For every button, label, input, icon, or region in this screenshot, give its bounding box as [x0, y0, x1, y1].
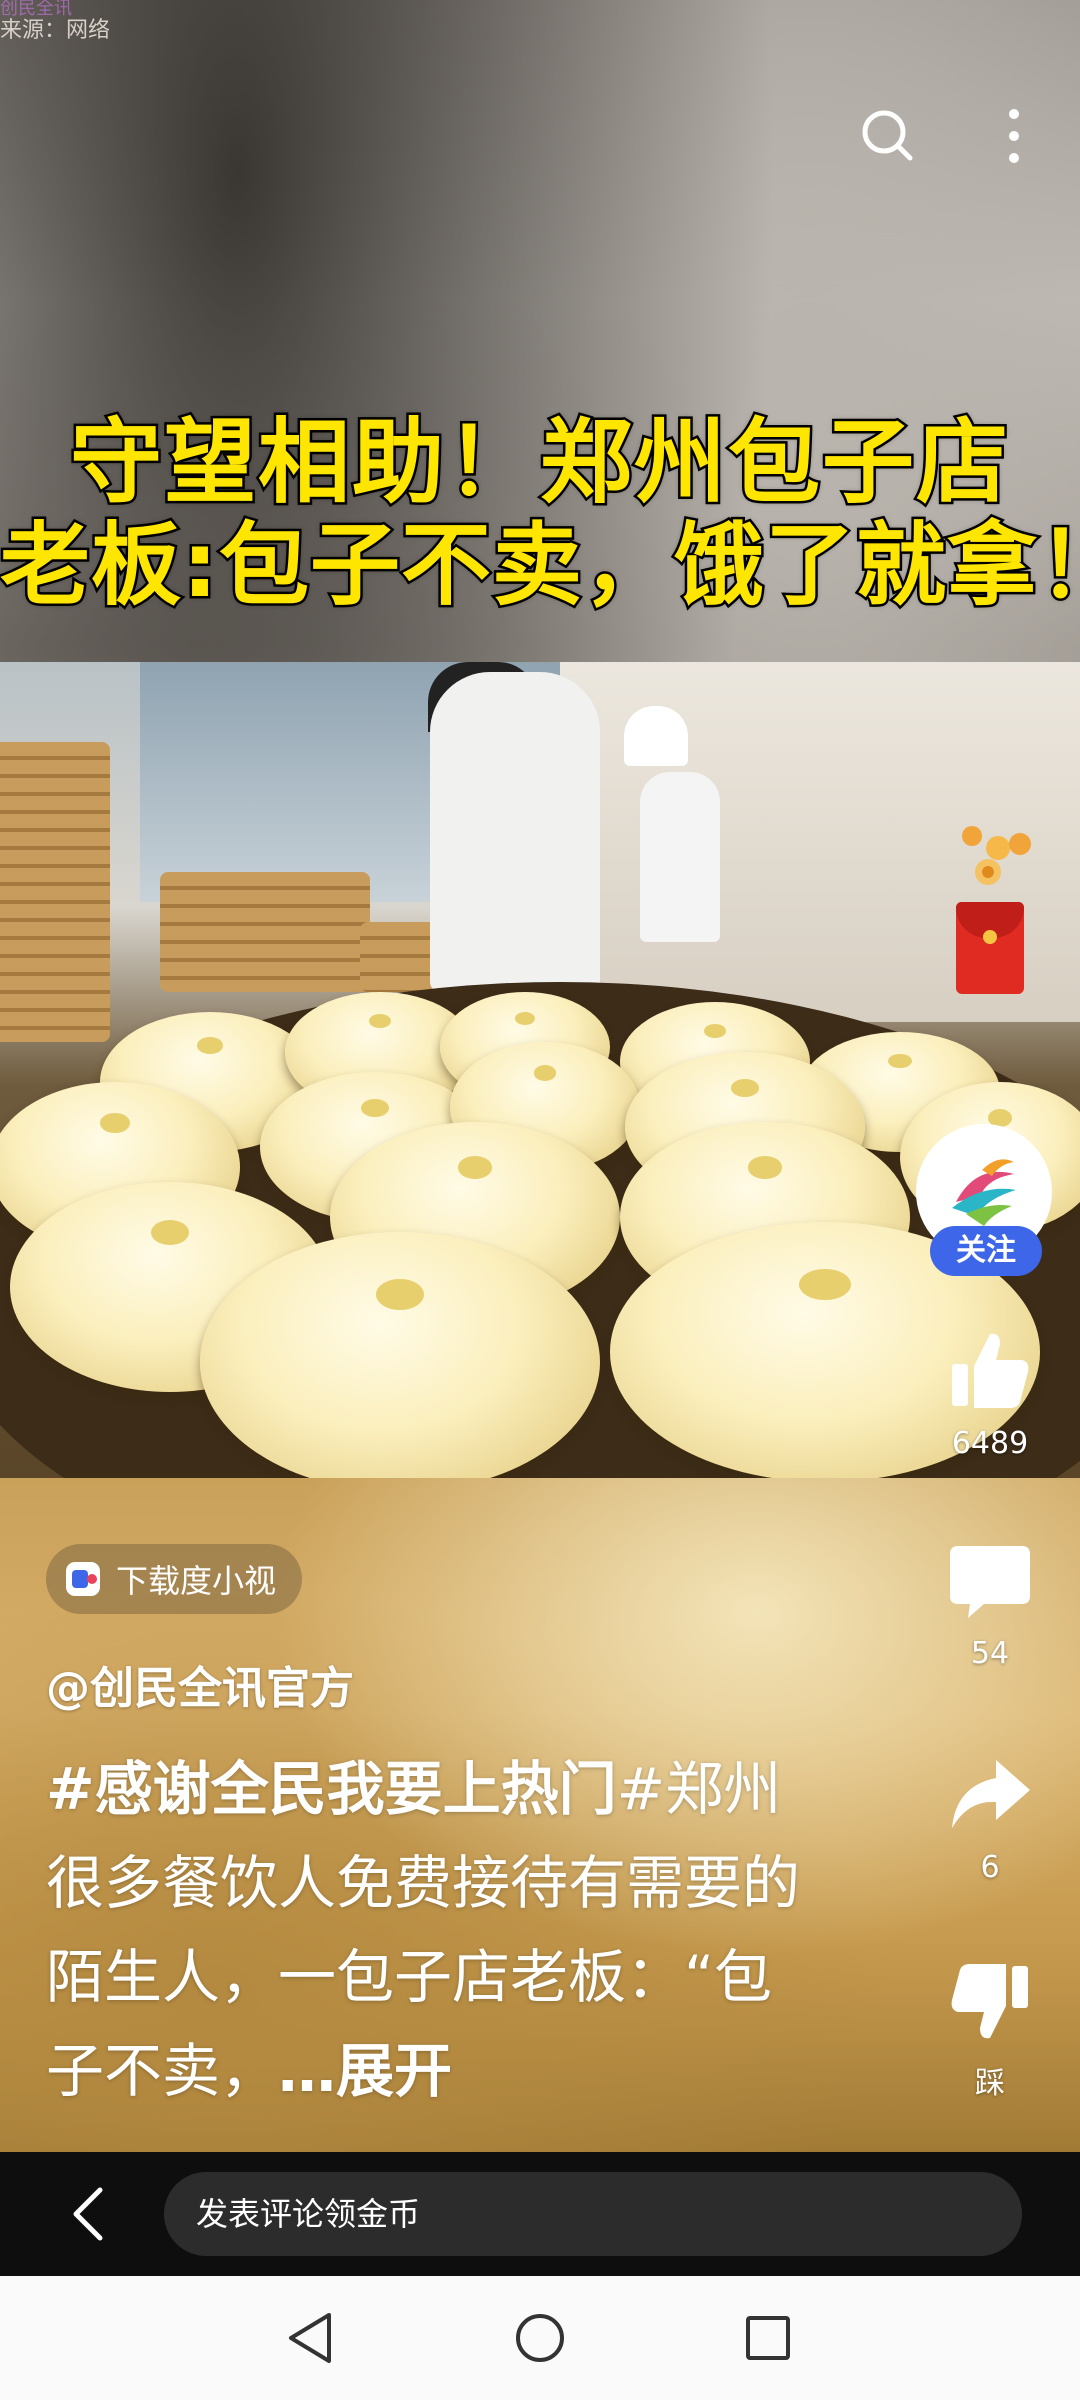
- video-headline-line2: 老板:包子不卖，饿了就拿！: [0, 511, 1080, 621]
- comment-icon: [950, 1546, 1030, 1618]
- thumbs-down-icon: [951, 1964, 1028, 2039]
- share-count: 6: [980, 1850, 1000, 1885]
- coins-icon[interactable]: [958, 822, 1034, 888]
- triangle-back-icon: [289, 2313, 331, 2363]
- like-count: 6489: [951, 1426, 1029, 1461]
- download-app-label: 下载度小视: [116, 1562, 277, 1600]
- search-button[interactable]: [848, 96, 928, 176]
- source-watermark: 创民全讯 来源：网络: [0, 0, 110, 44]
- comment-bar: 发表评论领金币: [0, 2152, 1080, 2276]
- more-vertical-icon: [1009, 109, 1019, 163]
- nav-recent-apps-button[interactable]: [728, 2298, 808, 2378]
- expand-link[interactable]: …展开: [278, 2037, 452, 2105]
- comment-button[interactable]: 54: [900, 1530, 1080, 1671]
- dislike-button[interactable]: 踩: [900, 1952, 1080, 2102]
- app-logo-icon: [66, 1562, 100, 1596]
- like-button[interactable]: 6489: [900, 1320, 1080, 1461]
- nav-back-button[interactable]: [270, 2298, 350, 2378]
- more-button[interactable]: [974, 96, 1054, 176]
- dislike-label: 踩: [975, 2066, 1005, 2101]
- nav-home-button[interactable]: [500, 2298, 580, 2378]
- source-brand: 创民全讯: [0, 0, 72, 19]
- share-icon: [952, 1760, 1030, 1828]
- thumbs-up-icon: [952, 1333, 1029, 1408]
- author-name[interactable]: @创民全讯官方: [46, 1652, 354, 1716]
- red-packet-icon[interactable]: [956, 902, 1024, 994]
- post-description[interactable]: #感谢全民我要上热门#郑州很多餐饮人免费接待有需要的陌生人，一包子店老板：“包子…: [46, 1742, 806, 2118]
- follow-button[interactable]: 关注: [930, 1226, 1042, 1276]
- square-recent-icon: [746, 2316, 790, 2360]
- search-icon: [862, 110, 913, 161]
- back-button[interactable]: [48, 2174, 128, 2254]
- share-button[interactable]: 6: [900, 1744, 1080, 1885]
- video-player[interactable]: 创民全讯 来源：网络 守望相助！郑州包子店 老板:包子不卖，饿了就拿！ 关注 6…: [0, 0, 1080, 2152]
- circle-home-icon: [516, 2314, 564, 2362]
- download-app-button[interactable]: 下载度小视: [46, 1544, 303, 1614]
- system-navigation-bar: [0, 2276, 1080, 2400]
- chevron-left-icon: [73, 2187, 103, 2241]
- hashtag[interactable]: #感谢全民我要上热门: [46, 1755, 617, 1823]
- comment-input[interactable]: 发表评论领金币: [164, 2172, 1022, 2256]
- comment-count: 54: [970, 1636, 1010, 1671]
- source-label: 来源：网络: [0, 18, 111, 43]
